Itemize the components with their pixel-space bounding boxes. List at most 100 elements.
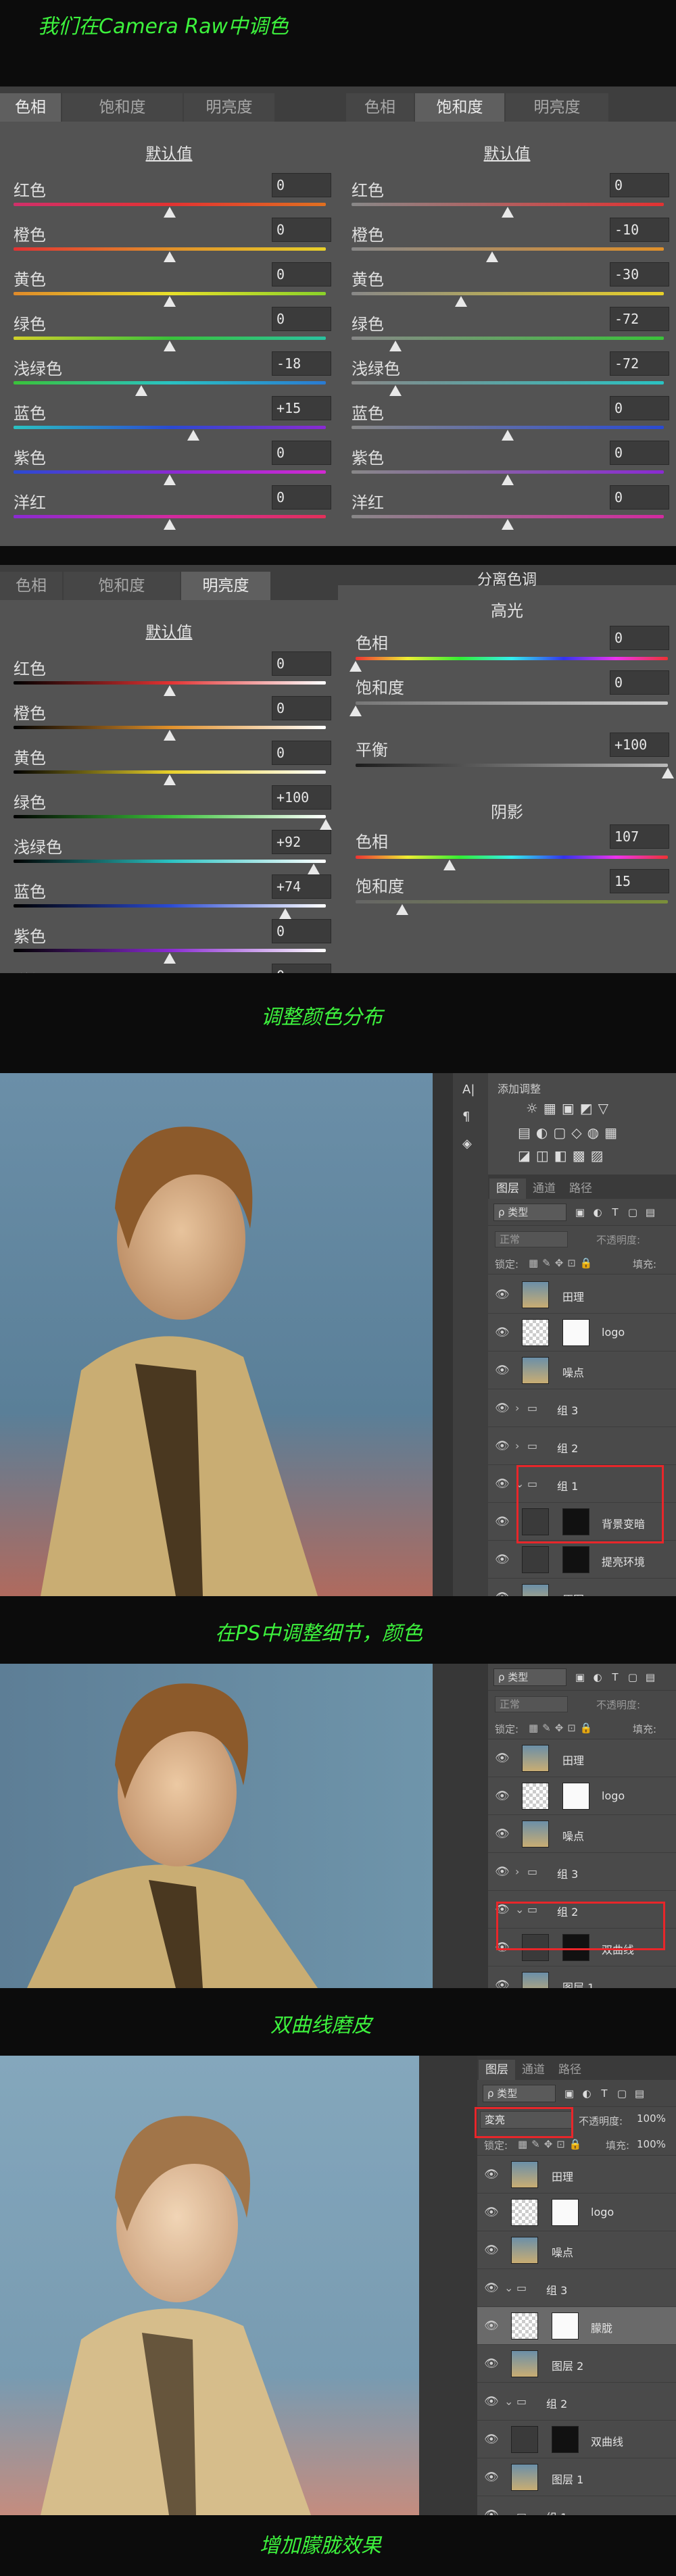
tab-luminance[interactable]: 明亮度 bbox=[506, 93, 608, 122]
slider-thumb[interactable] bbox=[164, 207, 176, 218]
layer-row[interactable]: 👁 › ▭ 组 3 bbox=[488, 1389, 676, 1427]
visibility-eye-icon[interactable]: 👁 bbox=[484, 2168, 499, 2181]
slider-track[interactable] bbox=[352, 470, 664, 474]
visibility-eye-icon[interactable]: 👁 bbox=[484, 2508, 499, 2515]
slider-track[interactable] bbox=[14, 337, 326, 340]
shape-filter-icon[interactable]: ▢ bbox=[626, 1206, 639, 1219]
slider-track[interactable] bbox=[14, 681, 326, 685]
slider-track[interactable] bbox=[14, 426, 326, 429]
visibility-eye-icon[interactable]: 👁 bbox=[495, 1865, 510, 1879]
blend-mode-select[interactable]: 正常 bbox=[495, 1696, 568, 1712]
tab-paths[interactable]: 路径 bbox=[562, 1179, 599, 1199]
slider-track[interactable] bbox=[14, 949, 326, 952]
slider-track[interactable] bbox=[352, 337, 664, 340]
slider-track[interactable] bbox=[14, 203, 326, 206]
text-tool-icon[interactable]: A| bbox=[462, 1083, 475, 1097]
chevron-down-icon[interactable]: ⌄ bbox=[504, 2281, 513, 2294]
layer-row[interactable]: 👁 logo bbox=[488, 1777, 676, 1815]
slider-thumb[interactable] bbox=[502, 519, 514, 530]
blend-mode-select[interactable]: 正常 bbox=[495, 1231, 568, 1247]
slider-value-field[interactable]: +100 bbox=[272, 785, 331, 810]
fill-value[interactable]: 100% bbox=[637, 2138, 666, 2150]
lock-icons[interactable]: ▦✎✥⊡🔒 bbox=[529, 1257, 597, 1269]
adjust-filter-icon[interactable]: ◐ bbox=[591, 1670, 604, 1684]
visibility-eye-icon[interactable]: 👁 bbox=[495, 1326, 510, 1339]
default-link[interactable]: 默认值 bbox=[135, 619, 203, 642]
slider-value-field[interactable]: +15 bbox=[272, 396, 331, 420]
slider-value-field[interactable]: 0 bbox=[272, 741, 331, 765]
visibility-eye-icon[interactable]: 👁 bbox=[484, 2206, 499, 2219]
default-link[interactable]: 默认值 bbox=[135, 141, 203, 164]
visibility-eye-icon[interactable]: 👁 bbox=[495, 1827, 510, 1841]
highlight-saturation-thumb[interactable] bbox=[349, 705, 362, 716]
slider-value-field[interactable]: 0 bbox=[610, 485, 669, 510]
layer-row[interactable]: 👁 ⌄ ▭ 组 2 bbox=[477, 2383, 676, 2421]
tab-saturation[interactable]: 饱和度 bbox=[64, 572, 180, 600]
visibility-eye-icon[interactable]: 👁 bbox=[495, 1591, 510, 1596]
layer-row[interactable]: 👁 田理 bbox=[488, 1739, 676, 1777]
visibility-eye-icon[interactable]: 👁 bbox=[495, 1439, 510, 1453]
smart-filter-icon[interactable]: ▤ bbox=[644, 1206, 657, 1219]
slider-thumb[interactable] bbox=[164, 774, 176, 785]
shape-filter-icon[interactable]: ▢ bbox=[626, 1670, 639, 1684]
visibility-eye-icon[interactable]: 👁 bbox=[484, 2395, 499, 2408]
layer-row[interactable]: 👁 › ▭ 组 2 bbox=[488, 1427, 676, 1465]
tab-hue[interactable]: 色相 bbox=[0, 572, 62, 600]
tab-layers[interactable]: 图层 bbox=[479, 2060, 515, 2080]
slider-thumb[interactable] bbox=[164, 296, 176, 307]
slider-thumb[interactable] bbox=[164, 519, 176, 530]
visibility-eye-icon[interactable]: 👁 bbox=[495, 1752, 510, 1765]
slider-thumb[interactable] bbox=[164, 251, 176, 262]
opacity-value[interactable]: 100% bbox=[637, 2112, 666, 2125]
slider-track[interactable] bbox=[14, 770, 326, 774]
slider-thumb[interactable] bbox=[502, 474, 514, 485]
smart-filter-icon[interactable]: ▤ bbox=[644, 1670, 657, 1684]
slider-track[interactable] bbox=[14, 815, 326, 818]
layer-row[interactable]: 👁 › ▭ 组 3 bbox=[488, 1853, 676, 1891]
layer-row[interactable]: 👁 图层 2 bbox=[477, 2345, 676, 2383]
lock-icons[interactable]: ▦✎✥⊡🔒 bbox=[518, 2138, 586, 2150]
tab-paths[interactable]: 路径 bbox=[552, 2060, 588, 2080]
slider-track[interactable] bbox=[352, 247, 664, 251]
slider-thumb[interactable] bbox=[164, 685, 176, 696]
visibility-eye-icon[interactable]: 👁 bbox=[495, 1288, 510, 1302]
slider-track[interactable] bbox=[352, 515, 664, 518]
visibility-eye-icon[interactable]: 👁 bbox=[495, 1402, 510, 1415]
slider-track[interactable] bbox=[352, 292, 664, 295]
balance-slider[interactable] bbox=[356, 764, 668, 767]
visibility-eye-icon[interactable]: 👁 bbox=[495, 1789, 510, 1803]
shadow-saturation-slider[interactable] bbox=[356, 900, 668, 903]
slider-value-field[interactable]: 0 bbox=[272, 651, 331, 676]
visibility-eye-icon[interactable]: 👁 bbox=[495, 1553, 510, 1566]
lock-icons[interactable]: ▦✎✥⊡🔒 bbox=[529, 1722, 597, 1734]
slider-thumb[interactable] bbox=[454, 296, 467, 307]
slider-thumb[interactable] bbox=[164, 953, 176, 964]
layer-row[interactable]: 👁 ⌄▭ 组 1 bbox=[477, 2496, 676, 2515]
layer-row[interactable]: 👁 原图 bbox=[488, 1579, 676, 1596]
slider-value-field[interactable]: 0 bbox=[272, 173, 331, 197]
slider-value-field[interactable]: 0 bbox=[610, 441, 669, 465]
adjust-filter-icon[interactable]: ◐ bbox=[580, 2087, 594, 2100]
layer-row[interactable]: 👁 噪点 bbox=[488, 1815, 676, 1853]
type-filter-icon[interactable]: T bbox=[598, 2087, 611, 2100]
slider-thumb[interactable] bbox=[164, 474, 176, 485]
visibility-eye-icon[interactable]: 👁 bbox=[495, 1477, 510, 1491]
visibility-eye-icon[interactable]: 👁 bbox=[484, 2471, 499, 2484]
kind-filter-select[interactable]: ρ 类型 bbox=[493, 1204, 566, 1221]
visibility-eye-icon[interactable]: 👁 bbox=[484, 2319, 499, 2333]
tab-luminance[interactable]: 明亮度 bbox=[184, 93, 274, 122]
slider-track[interactable] bbox=[352, 203, 664, 206]
chevron-right-icon[interactable]: › bbox=[515, 1439, 519, 1452]
slider-value-field[interactable]: +74 bbox=[272, 874, 331, 899]
slider-thumb[interactable] bbox=[164, 341, 176, 351]
tab-saturation[interactable]: 饱和度 bbox=[415, 93, 504, 122]
chevron-down-icon[interactable]: ⌄ bbox=[504, 2508, 513, 2515]
slider-value-field[interactable]: 0 bbox=[610, 396, 669, 420]
type-filter-icon[interactable]: T bbox=[608, 1206, 622, 1219]
slider-value-field[interactable]: -10 bbox=[610, 218, 669, 242]
slider-track[interactable] bbox=[14, 470, 326, 474]
slider-value-field[interactable]: 0 bbox=[272, 262, 331, 287]
layer-row[interactable]: 👁 logo bbox=[488, 1314, 676, 1352]
layer-row[interactable]: 👁 双曲线 bbox=[477, 2421, 676, 2458]
highlight-saturation-field[interactable]: 0 bbox=[610, 670, 669, 695]
